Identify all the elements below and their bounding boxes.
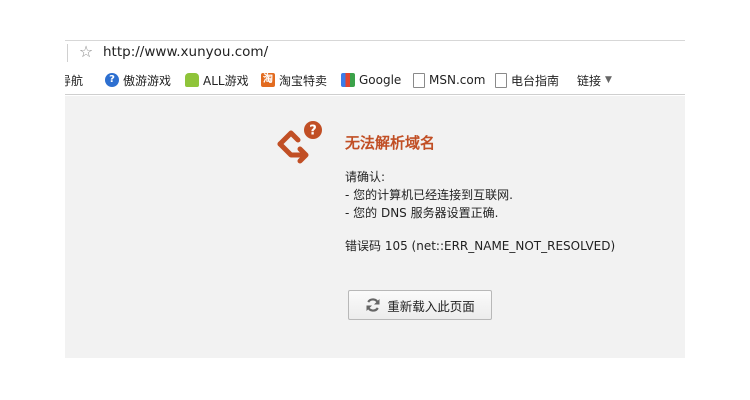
bookmark-aoyou[interactable]: ? 傲游游戏 <box>105 71 171 89</box>
browser-window: ☆ 导航 ? 傲游游戏 ALL游戏 淘 淘宝特卖 Google MSN.com … <box>65 0 685 358</box>
page-icon <box>495 72 507 88</box>
bookmark-daohang[interactable]: 导航 <box>65 71 83 89</box>
google-icon <box>341 73 355 87</box>
toolbar-divider <box>67 44 68 62</box>
network-error-icon: ? <box>277 121 322 164</box>
address-bar: ☆ <box>65 40 685 65</box>
all-games-icon <box>185 73 199 87</box>
bookmark-msn[interactable]: MSN.com <box>413 71 485 89</box>
bookmark-label: Google <box>359 73 402 87</box>
bookmark-label: ALL游戏 <box>203 73 249 88</box>
check-item-internet: - 您的计算机已经连接到互联网. <box>345 188 513 202</box>
bookmarks-bar: 导航 ? 傲游游戏 ALL游戏 淘 淘宝特卖 Google MSN.com 电台… <box>65 66 685 95</box>
confirm-heading: 请确认: <box>345 170 386 184</box>
bookmark-all-games[interactable]: ALL游戏 <box>185 71 249 89</box>
bookmark-label: 傲游游戏 <box>123 73 172 88</box>
svg-text:?: ? <box>309 124 317 139</box>
bookmark-label: 淘宝特卖 <box>279 73 328 88</box>
error-page: ? 无法解析域名 请确认: - 您的计算机已经连接到互联网. - 您的 DNS … <box>65 96 685 358</box>
refresh-icon <box>366 298 380 312</box>
bookmark-label: 链接 <box>577 73 602 88</box>
bookmark-taobao[interactable]: 淘 淘宝特卖 <box>261 71 327 89</box>
aoyou-icon: ? <box>105 73 119 87</box>
taobao-icon: 淘 <box>261 73 275 87</box>
bookmark-diantai[interactable]: 电台指南 <box>495 71 559 89</box>
page-icon <box>413 72 425 88</box>
error-title: 无法解析域名 <box>345 134 436 152</box>
bookmark-label: MSN.com <box>429 73 486 87</box>
url-input[interactable] <box>103 42 673 62</box>
bookmark-star-icon[interactable]: ☆ <box>77 42 95 62</box>
reload-button-label: 重新载入此页面 <box>387 298 475 314</box>
error-code: 错误码 105 (net::ERR_NAME_NOT_RESOLVED) <box>345 239 616 253</box>
bookmark-label: 导航 <box>65 73 84 88</box>
check-item-dns: - 您的 DNS 服务器设置正确. <box>345 206 499 220</box>
bookmark-label: 电台指南 <box>511 73 560 88</box>
chevron-down-icon: ▼ <box>605 75 612 85</box>
bookmark-links-menu[interactable]: 链接 ▼ <box>577 71 612 89</box>
reload-page-button[interactable]: 重新载入此页面 <box>348 290 492 320</box>
bookmark-google[interactable]: Google <box>341 71 401 89</box>
